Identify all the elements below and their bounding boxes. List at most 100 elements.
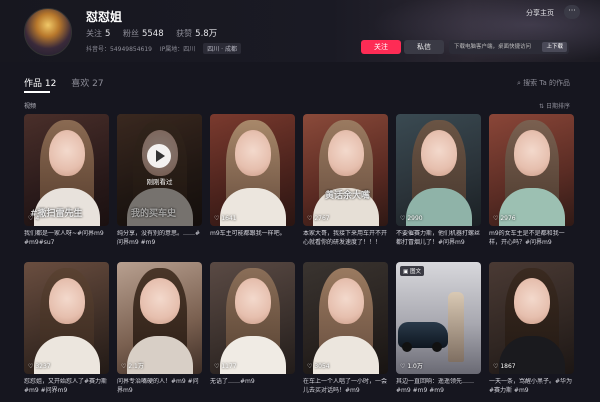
fans-count[interactable]: 5548 [142,29,164,39]
video-thumbnail[interactable]: 刚刚看过 我的买车史 [117,114,202,226]
video-thumbnail[interactable]: ♡ 1641 [210,114,295,226]
thumbnail-face [49,278,85,324]
video-card[interactable]: 黄话余大嘴 ♡ 2767 本家大哥，我接下来用车开不开心就看你的研发速度了！！！ [303,114,388,247]
video-card[interactable]: ♡ 2.1万 问界专治嘴硬的人！#m9 #问界m9 [117,262,202,395]
video-caption[interactable]: 一天一条，骂醒小黑子。#华为 #赛力斯 #m9 [489,378,574,395]
thumbnail-face [421,130,457,176]
profile-tabs: 作品 12 喜欢 27 [24,76,116,89]
video-card[interactable]: ♡ 2990 不要催赛力斯，他们机器打螺丝都打冒烟儿了！#问界m9 [396,114,481,247]
profile-stats: 关注 5 粉丝 5548 获赞 5.8万 [86,27,227,39]
profile-header: 怼怼姐 关注 5 粉丝 5548 获赞 5.8万 抖音号：54949854619 IP… [0,0,600,62]
like-count: ♡ 3054 [307,363,330,370]
search-works-input[interactable]: ⌕ 搜索 Ta 的作品 [517,78,570,88]
video-card[interactable]: #撒扫雷先生 ♡ 4 我们都是一家人呀~#问界m9 #m9#su7 [24,114,109,247]
video-thumbnail[interactable]: ♡ 1177 [210,262,295,374]
video-thumbnail[interactable]: ♡ 2976 [489,114,574,226]
thumbnail-face [49,130,85,176]
download-button[interactable]: 上下载 [542,42,567,52]
location-tag: 四川 · 成都 [203,43,241,54]
video-card[interactable]: ♡ 1867 一天一条，骂醒小黑子。#华为 #赛力斯 #m9 [489,262,574,395]
thumbnail-face [328,130,364,176]
video-thumbnail[interactable]: #撒扫雷先生 ♡ 4 [24,114,109,226]
heart-icon: ♡ [28,363,34,370]
gallery-icon: ▣ [403,269,409,275]
download-text: 下载电脑客户端，桌面快捷访问 [454,44,532,50]
video-card[interactable]: ♡ 3237 怼怼姐，又开始怼人了#赛力斯 #m9 #问界m9 [24,262,109,395]
sort-label: 日期排序 [545,103,570,110]
video-caption[interactable]: 纯分享，没有别的意思。……#问界m9 #m9 [117,230,202,247]
thumbnail-face [514,130,550,176]
video-caption[interactable]: 在车上一个人唱了一小时，一会儿去买对话吗！#m9 [303,378,388,395]
thumbnail-face [235,130,271,176]
share-profile-button[interactable]: 分享主页 [526,8,554,18]
image-post-badge: ▣ 图文 [400,266,424,276]
video-thumbnail[interactable]: ♡ 1867 [489,262,574,374]
fans-stat-label: 粉丝 [122,29,139,38]
profile-meta: 抖音号：54949854619 IP属地：四川 四川 · 成都 [86,43,247,54]
like-count-value: 1867 [500,363,516,370]
like-count: ♡ 2.1万 [121,361,144,370]
like-count-value: 2990 [407,215,423,222]
play-icon[interactable] [147,144,171,168]
avatar[interactable] [24,8,72,56]
car-wheel [432,342,442,352]
video-card[interactable]: ♡ 3054 在车上一个人唱了一小时，一会儿去买对话吗！#m9 [303,262,388,395]
video-thumbnail[interactable]: ♡ 2990 [396,114,481,226]
like-count: ♡ 2990 [400,215,423,222]
video-card[interactable]: ♡ 2976 m9的女车主是不是都和我一样，开心吗？#问界m9 [489,114,574,247]
download-banner: 下载电脑客户端，桌面快捷访问 上下载 [449,40,569,54]
tab-likes-count: 27 [92,79,104,89]
watched-label: 刚刚看过 [146,178,173,186]
thumbnail-face [328,278,364,324]
video-caption[interactable]: m9车主可能都跟我一样吧。 [210,230,295,247]
more-options-button[interactable]: ··· [564,5,580,19]
heart-icon: ♡ [307,363,313,370]
photo-thumbnail[interactable]: ▣ 图文 ♡ 1.0万 [396,262,481,374]
heart-icon: ♡ [400,215,406,222]
likes-count: 5.8万 [195,29,218,39]
like-count-value: 3054 [314,363,330,370]
ip-location: IP属地：四川 [159,46,196,53]
video-caption[interactable]: 不要催赛力斯，他们机器打螺丝都打冒烟儿了！#问界m9 [396,230,481,247]
search-icon: ⌕ [516,79,521,87]
heart-icon: ♡ [307,215,313,222]
message-button[interactable]: 私信 [404,40,444,54]
like-count-value: 1.0万 [407,363,423,370]
like-count-value: 3237 [35,363,51,370]
video-card[interactable]: ♡ 1177 无语了……#m9 [210,262,295,395]
like-count-value: 1177 [221,363,237,370]
active-tab-indicator [24,91,50,93]
like-count: ♡ 1177 [214,363,237,370]
like-count-value: 2767 [314,215,330,222]
video-thumbnail[interactable]: ♡ 3054 [303,262,388,374]
like-count: ♡ 1867 [493,363,516,370]
video-caption[interactable]: 问界专治嘴硬的人！#m9 #问界m9 [117,378,202,395]
tab-works[interactable]: 作品 12 [24,76,56,89]
like-count: ♡ 2767 [307,215,330,222]
video-thumbnail[interactable]: ♡ 3237 [24,262,109,374]
video-caption[interactable]: 本家大哥，我接下来用车开不开心就看你的研发速度了！！！ [303,230,388,247]
video-caption[interactable]: 其边一直回响：遥遥领先…… #m9 #m9 #m9 [396,378,481,395]
tab-likes[interactable]: 喜欢 27 [71,76,103,89]
video-caption[interactable]: 怼怼姐，又开始怼人了#赛力斯 #m9 #问界m9 [24,378,109,395]
follow-button[interactable]: 关注 [361,40,401,54]
video-caption[interactable]: 无语了……#m9 [210,378,295,395]
heart-icon: ♡ [214,215,220,222]
heart-icon: ♡ [400,363,406,370]
search-placeholder: 搜索 Ta 的作品 [523,79,570,87]
video-thumbnail[interactable]: 黄话余大嘴 ♡ 2767 [303,114,388,226]
video-card[interactable]: 刚刚看过 我的买车史 纯分享，没有别的意思。……#问界m9 #m9 [117,114,202,247]
video-thumbnail[interactable]: ♡ 2.1万 [117,262,202,374]
follow-count[interactable]: 5 [105,29,110,39]
video-card[interactable]: ▣ 图文 ♡ 1.0万 其边一直回响：遥遥领先…… #m9 #m9 #m9 [396,262,481,395]
heart-icon: ♡ [28,215,34,222]
video-caption[interactable]: 我们都是一家人呀~#问界m9 #m9#su7 [24,230,109,247]
tab-works-label: 作品 [24,79,43,89]
sort-dropdown[interactable]: ⇅ 日期排序 [539,101,570,110]
like-count-value: 2976 [500,215,516,222]
likes-stat-label: 获赞 [176,29,193,38]
car-wheel [402,342,412,352]
video-caption[interactable]: m9的女车主是不是都和我一样，开心吗？#问界m9 [489,230,574,247]
like-count: ♡ 1641 [214,215,237,222]
video-card[interactable]: ♡ 1641 m9车主可能都跟我一样吧。 [210,114,295,247]
